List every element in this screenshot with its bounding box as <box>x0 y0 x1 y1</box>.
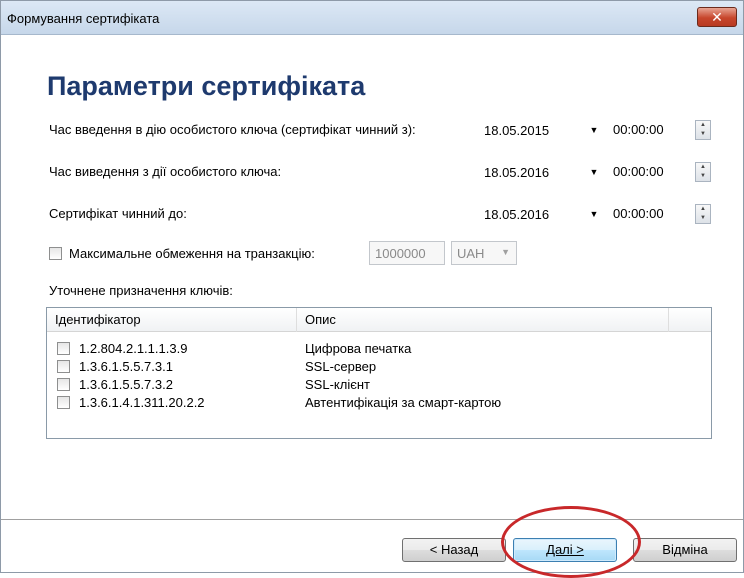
chevron-down-icon: ▼ <box>501 247 510 257</box>
list-item-identifier: 1.3.6.1.4.1.311.20.2.2 <box>79 395 205 410</box>
list-item-checkbox[interactable] <box>57 360 70 373</box>
column-header-identifier[interactable]: Ідентифікатор <box>47 308 297 332</box>
transaction-limit-checkbox[interactable] <box>49 247 62 260</box>
close-button[interactable]: ✕ <box>697 7 737 27</box>
cancel-button[interactable]: Відміна <box>633 538 737 562</box>
cert-valid-until-time-spinner[interactable]: 00:00:00 ▲ ▼ <box>609 202 713 226</box>
validity-start-date-value: 18.05.2015 <box>484 123 550 138</box>
currency-select[interactable]: UAH ▼ <box>451 241 517 265</box>
list-item-checkbox[interactable] <box>57 396 70 409</box>
red-circle-annotation <box>501 506 641 578</box>
list-item-checkbox[interactable] <box>57 342 70 355</box>
spin-arrows-icon[interactable]: ▲ ▼ <box>695 120 711 140</box>
key-expiry-time-value: 00:00:00 <box>613 164 664 179</box>
list-item-description: SSL-клієнт <box>305 377 370 392</box>
list-item-checkbox[interactable] <box>57 378 70 391</box>
list-item-description: Цифрова печатка <box>305 341 412 356</box>
title-bar[interactable]: Формування сертифіката ✕ <box>1 1 743 35</box>
key-expiry-date-value: 18.05.2016 <box>484 165 550 180</box>
chevron-down-icon[interactable]: ▼ <box>587 206 601 222</box>
transaction-limit-label: Максимальне обмеження на транзакцію: <box>69 246 315 261</box>
cert-valid-until-label: Сертифікат чинний до: <box>49 206 187 221</box>
validity-start-label: Час введення в дію особистого ключа (сер… <box>49 122 416 137</box>
list-item-identifier: 1.3.6.1.5.5.7.3.1 <box>79 359 173 374</box>
spin-arrows-icon[interactable]: ▲ ▼ <box>695 204 711 224</box>
list-header: Ідентифікатор Опис <box>47 308 711 332</box>
key-expiry-date-picker[interactable]: 18.05.2016 ▼ <box>480 160 606 184</box>
close-icon: ✕ <box>711 9 723 25</box>
list-item-identifier: 1.2.804.2.1.1.1.3.9 <box>79 341 188 356</box>
spin-arrows-icon[interactable]: ▲ ▼ <box>695 162 711 182</box>
cert-valid-until-time-value: 00:00:00 <box>613 206 664 221</box>
key-usage-label: Уточнене призначення ключів: <box>49 283 233 298</box>
certificate-wizard-window: Формування сертифіката ✕ Параметри серти… <box>0 0 744 578</box>
page-title: Параметри сертифіката <box>47 71 366 101</box>
key-usage-list[interactable]: Ідентифікатор Опис 1.2.804.2.1.1.1.3.9 Ц… <box>46 307 712 439</box>
chevron-down-icon[interactable]: ▼ <box>587 164 601 180</box>
list-item[interactable]: 1.3.6.1.4.1.311.20.2.2 Автентифікація за… <box>47 394 711 412</box>
list-item[interactable]: 1.2.804.2.1.1.1.3.9 Цифрова печатка <box>47 340 711 358</box>
validity-start-time-value: 00:00:00 <box>613 122 664 137</box>
transaction-limit-amount-input[interactable]: 1000000 <box>369 241 445 265</box>
list-item-description: Автентифікація за смарт-картою <box>305 395 502 410</box>
chevron-down-icon[interactable]: ▼ <box>587 122 601 138</box>
key-expiry-time-spinner[interactable]: 00:00:00 ▲ ▼ <box>609 160 713 184</box>
list-item[interactable]: 1.3.6.1.5.5.7.3.2 SSL-клієнт <box>47 376 711 394</box>
cert-valid-until-date-value: 18.05.2016 <box>484 207 550 222</box>
back-button[interactable]: < Назад <box>402 538 506 562</box>
list-item-identifier: 1.3.6.1.5.5.7.3.2 <box>79 377 173 392</box>
currency-value: UAH <box>457 246 485 261</box>
validity-start-date-picker[interactable]: 18.05.2015 ▼ <box>480 118 606 142</box>
key-expiry-label: Час виведення з дії особистого ключа: <box>49 164 282 179</box>
footer-separator <box>1 519 743 521</box>
column-header-description[interactable]: Опис <box>297 308 669 332</box>
transaction-limit-amount-value: 1000000 <box>375 246 426 261</box>
validity-start-time-spinner[interactable]: 00:00:00 ▲ ▼ <box>609 118 713 142</box>
list-item-description: SSL-сервер <box>305 359 377 374</box>
list-item[interactable]: 1.3.6.1.5.5.7.3.1 SSL-сервер <box>47 358 711 376</box>
window-title: Формування сертифіката <box>7 11 160 26</box>
cert-valid-until-date-picker[interactable]: 18.05.2016 ▼ <box>480 202 606 226</box>
